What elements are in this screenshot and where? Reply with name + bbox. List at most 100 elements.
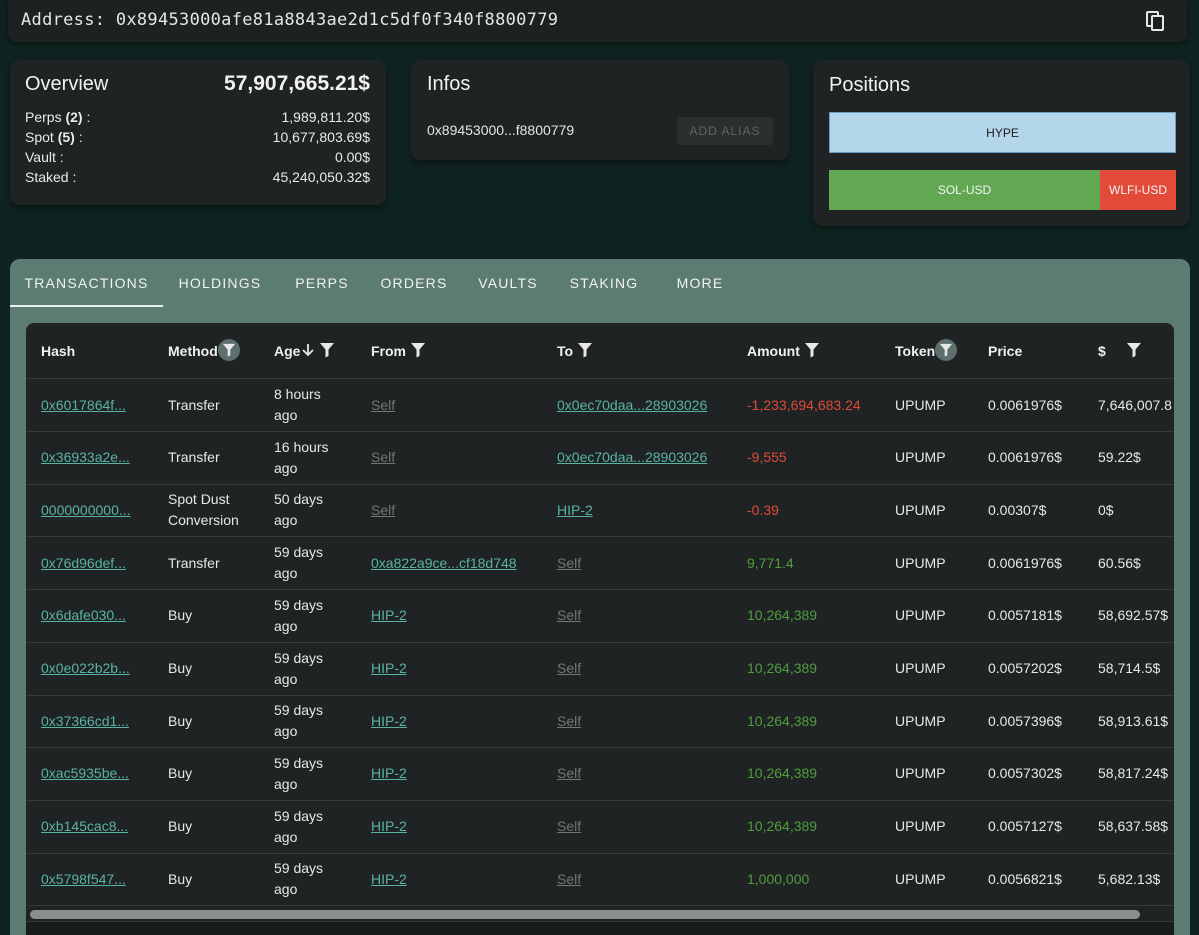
cell-token-container: UPUMP <box>895 695 946 747</box>
cell-from[interactable]: HIP-2 <box>371 658 407 679</box>
cell-from[interactable]: Self <box>371 500 395 521</box>
tabs-panel: TRANSACTIONS HOLDINGS PERPS ORDERS VAULT… <box>10 259 1190 935</box>
cell-to[interactable]: Self <box>557 869 581 890</box>
cell-from[interactable]: Self <box>371 395 395 416</box>
cell-usd: 58,817.24$ <box>1098 765 1169 782</box>
cell-from[interactable]: HIP-2 <box>371 763 407 784</box>
tab-staking[interactable]: STAKING <box>562 259 646 307</box>
to-filter-icon[interactable] <box>577 342 593 358</box>
tab-perps[interactable]: PERPS <box>286 259 358 307</box>
cell-to[interactable]: Self <box>557 605 581 626</box>
cell-age-container: 59 days ago <box>274 748 346 800</box>
cell-token-container: UPUMP <box>895 643 946 695</box>
cell-from[interactable]: HIP-2 <box>371 605 407 626</box>
cell-method-container: Transfer <box>168 537 256 589</box>
cell-price: 0.00307$ <box>988 501 1047 518</box>
cell-to-container: 0x0ec70daa...28903026 <box>557 379 707 431</box>
cell-method-container: Buy <box>168 590 256 642</box>
cell-to[interactable]: HIP-2 <box>557 500 593 521</box>
cell-age: 59 days ago <box>274 860 324 898</box>
cell-hash[interactable]: 0x6017864f... <box>41 395 126 416</box>
cell-hash[interactable]: 0x6dafe030... <box>41 605 126 626</box>
cell-usd-container: 59.22$ <box>1098 432 1141 484</box>
cell-price: 0.0057302$ <box>988 765 1062 782</box>
cell-hash[interactable]: 0x37366cd1... <box>41 711 129 732</box>
cell-hash[interactable]: 0xb145cac8... <box>41 816 128 837</box>
cell-from[interactable]: HIP-2 <box>371 869 407 890</box>
from-filter-icon[interactable] <box>410 342 426 358</box>
cell-to[interactable]: 0x0ec70daa...28903026 <box>557 447 707 468</box>
overview-row-count: (5) <box>57 129 75 145</box>
cell-age: 59 days ago <box>274 754 324 792</box>
age-filter-icon[interactable] <box>319 342 335 358</box>
table-row: 0x0e022b2b... Buy 59 days ago HIP-2 Self 10,2… <box>26 643 1174 696</box>
tab-orders[interactable]: ORDERS <box>373 259 455 307</box>
tab-holdings[interactable]: HOLDINGS <box>168 259 272 307</box>
cell-hash[interactable]: 0x5798f547... <box>41 869 126 890</box>
cell-from-container: HIP-2 <box>371 695 407 747</box>
usd-filter-icon[interactable] <box>1126 342 1142 358</box>
cell-price: 0.0057396$ <box>988 712 1062 729</box>
cell-amount-container: 9,771.4 <box>747 537 794 589</box>
scrollbar-thumb[interactable] <box>30 910 1140 919</box>
tab-transactions[interactable]: TRANSACTIONS <box>10 259 163 307</box>
cell-to[interactable]: Self <box>557 763 581 784</box>
copy-icon[interactable] <box>1143 9 1167 33</box>
position-wlfi-usd[interactable]: WLFI-USD <box>1100 170 1176 210</box>
amount-filter-icon[interactable] <box>804 342 820 358</box>
cell-hash-container: 0xac5935be... <box>41 748 129 800</box>
cell-from[interactable]: 0xa822a9ce...cf18d748 <box>371 553 517 574</box>
cell-to[interactable]: 0x0ec70daa...28903026 <box>557 395 707 416</box>
cell-hash[interactable]: 0xac5935be... <box>41 763 129 784</box>
tab-vaults[interactable]: VAULTS <box>468 259 548 307</box>
cell-usd-container: 60.56$ <box>1098 537 1141 589</box>
positions-title: Positions <box>829 74 911 96</box>
cell-from-container: HIP-2 <box>371 590 407 642</box>
overview-row-label: Vault : <box>25 149 64 165</box>
cell-amount: 10,264,389 <box>747 818 818 835</box>
cell-amount: -9,555 <box>747 449 787 466</box>
cell-from[interactable]: HIP-2 <box>371 816 407 837</box>
cell-hash[interactable]: 0x0e022b2b... <box>41 658 130 679</box>
header-to: To <box>557 323 593 379</box>
cell-price: 0.0057127$ <box>988 818 1062 835</box>
sort-down-arrow-icon[interactable] <box>301 343 315 357</box>
overview-row-value: 45,240,050.32$ <box>272 169 370 185</box>
cell-token: UPUMP <box>895 818 946 835</box>
overview-row-suffix: : <box>82 109 91 125</box>
cell-price: 0.0057202$ <box>988 660 1062 676</box>
cell-to[interactable]: Self <box>557 816 581 837</box>
table-row: 0x37366cd1... Buy 59 days ago HIP-2 Self 10,2… <box>26 695 1174 749</box>
cell-to[interactable]: Self <box>557 553 581 574</box>
cell-from[interactable]: HIP-2 <box>371 711 407 732</box>
cell-token-container: UPUMP <box>895 432 946 484</box>
tab-more[interactable]: MORE <box>667 259 733 307</box>
cell-amount: -1,233,694,683.24 <box>747 396 861 413</box>
cell-amount-container: -1,233,694,683.24 <box>747 379 861 431</box>
add-alias-button[interactable]: ADD ALIAS <box>677 117 773 145</box>
horizontal-scrollbar[interactable] <box>26 907 1174 921</box>
position-sol-usd[interactable]: SOL-USD <box>829 170 1100 210</box>
cell-usd-container: 5,682.13$ <box>1098 853 1160 905</box>
cell-age: 16 hours ago <box>274 438 329 476</box>
cell-usd: 58,913.61$ <box>1098 712 1169 729</box>
overview-title: Overview <box>25 73 109 95</box>
cell-from[interactable]: Self <box>371 447 395 468</box>
cell-age: 50 days ago <box>274 491 324 529</box>
cell-to[interactable]: Self <box>557 658 581 679</box>
cell-to[interactable]: Self <box>557 711 581 732</box>
position-hype[interactable]: HYPE <box>829 112 1176 153</box>
cell-method: Transfer <box>168 449 220 466</box>
method-filter-icon[interactable] <box>217 339 240 361</box>
infos-short-address: 0x89453000...f8800779 <box>427 122 575 138</box>
token-filter-icon[interactable] <box>935 339 958 361</box>
address-label: Address: <box>21 10 106 30</box>
cell-hash[interactable]: 0000000000... <box>41 500 131 521</box>
cell-method-container: Spot Dust Conversion <box>168 484 256 536</box>
cell-hash[interactable]: 0x76d96def... <box>41 553 126 574</box>
header-token: Token <box>895 323 958 379</box>
overview-row-suffix: : <box>74 129 83 145</box>
cell-hash[interactable]: 0x36933a2e... <box>41 447 130 468</box>
cell-age-container: 59 days ago <box>274 590 346 642</box>
cell-age-container: 50 days ago <box>274 484 346 536</box>
